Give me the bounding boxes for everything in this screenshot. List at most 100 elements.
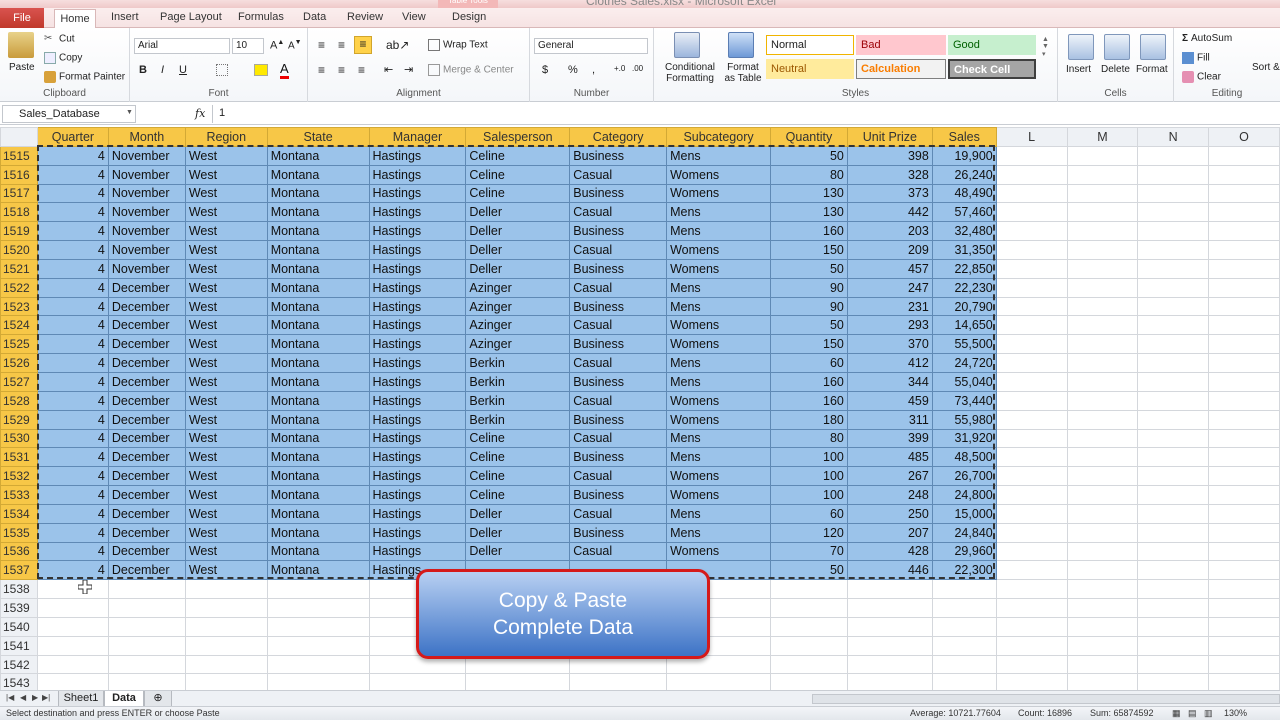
empty-cell[interactable] — [1137, 598, 1210, 618]
empty-cell[interactable] — [995, 296, 1068, 317]
table-cell[interactable]: 248 — [846, 485, 933, 505]
empty-cell[interactable] — [995, 258, 1068, 279]
table-cell[interactable]: December — [107, 390, 186, 411]
table-cell[interactable]: Azinger — [465, 315, 571, 336]
empty-cell[interactable] — [1208, 654, 1280, 675]
table-cell[interactable]: Deller — [465, 202, 571, 223]
empty-cell[interactable] — [1066, 145, 1139, 166]
table-cell[interactable]: December — [107, 277, 186, 298]
empty-cell[interactable] — [1208, 277, 1280, 298]
table-cell[interactable]: Montana — [266, 164, 370, 185]
align-middle-icon[interactable]: ≡ — [338, 38, 345, 52]
clear-button[interactable]: Clear — [1182, 71, 1221, 83]
empty-cell[interactable] — [1137, 145, 1210, 166]
table-cell[interactable]: 55,500 — [931, 334, 997, 355]
table-cell[interactable]: Business — [569, 485, 668, 505]
empty-cell[interactable] — [995, 673, 1068, 690]
row-header[interactable]: 1534 — [0, 503, 38, 524]
empty-cell[interactable] — [1208, 258, 1280, 279]
empty-cell[interactable] — [266, 579, 370, 600]
style-neutral[interactable]: Neutral — [766, 59, 854, 79]
row-header[interactable]: 1521 — [0, 258, 38, 279]
table-cell[interactable]: Hastings — [368, 522, 467, 543]
empty-cell[interactable] — [1137, 616, 1210, 637]
empty-cell[interactable] — [995, 654, 1068, 675]
table-cell[interactable]: West — [184, 390, 268, 411]
table-cell[interactable]: 180 — [769, 409, 848, 430]
column-header[interactable]: Subcategory — [666, 127, 771, 147]
table-cell[interactable]: November — [107, 164, 186, 185]
empty-cell[interactable] — [36, 598, 109, 618]
empty-cell[interactable] — [1066, 654, 1139, 675]
grow-font-icon[interactable]: A▲ — [270, 39, 284, 52]
table-cell[interactable]: 100 — [769, 466, 848, 487]
empty-cell[interactable] — [995, 353, 1068, 373]
align-top-icon[interactable]: ≡ — [318, 38, 325, 52]
table-cell[interactable]: 4 — [36, 447, 109, 468]
empty-cell[interactable] — [1208, 522, 1280, 543]
table-cell[interactable]: Hastings — [368, 202, 467, 223]
table-cell[interactable]: Montana — [266, 371, 370, 392]
table-cell[interactable]: December — [107, 371, 186, 392]
table-cell[interactable]: Hastings — [368, 409, 467, 430]
empty-cell[interactable] — [1208, 240, 1280, 260]
empty-cell[interactable] — [995, 183, 1068, 204]
empty-cell[interactable] — [1137, 428, 1210, 449]
empty-cell[interactable] — [107, 579, 186, 600]
table-cell[interactable]: 247 — [846, 277, 933, 298]
table-cell[interactable]: December — [107, 503, 186, 524]
table-cell[interactable]: West — [184, 447, 268, 468]
table-cell[interactable]: Casual — [569, 202, 668, 223]
empty-cell[interactable] — [1066, 598, 1139, 618]
table-cell[interactable]: December — [107, 315, 186, 336]
row-header[interactable]: 1517 — [0, 183, 38, 204]
style-good[interactable]: Good — [948, 35, 1036, 55]
table-cell[interactable]: November — [107, 240, 186, 260]
table-cell[interactable]: Celine — [465, 164, 571, 185]
column-header[interactable]: Month — [107, 127, 186, 147]
empty-cell[interactable] — [1137, 635, 1210, 656]
format-table-button[interactable]: Format as Table — [722, 62, 764, 84]
empty-cell[interactable] — [1137, 485, 1210, 505]
table-cell[interactable]: Business — [569, 409, 668, 430]
table-cell[interactable]: 26,240 — [931, 164, 997, 185]
table-cell[interactable]: Hastings — [368, 221, 467, 242]
empty-cell[interactable] — [995, 390, 1068, 411]
table-cell[interactable]: West — [184, 240, 268, 260]
empty-cell[interactable] — [931, 673, 997, 690]
table-cell[interactable]: Womens — [666, 390, 771, 411]
tab-insert[interactable]: Insert — [111, 11, 139, 23]
empty-cell[interactable] — [995, 598, 1068, 618]
table-cell[interactable]: Montana — [266, 390, 370, 411]
table-cell[interactable]: 24,800 — [931, 485, 997, 505]
table-cell[interactable]: West — [184, 145, 268, 166]
tab-home[interactable]: Home — [54, 9, 96, 29]
empty-cell[interactable] — [1066, 541, 1139, 562]
table-cell[interactable]: West — [184, 428, 268, 449]
empty-cell[interactable] — [995, 145, 1068, 166]
table-cell[interactable]: 50 — [769, 560, 848, 581]
empty-cell[interactable] — [1208, 560, 1280, 581]
align-bottom-icon[interactable]: ≡ — [354, 36, 372, 54]
table-cell[interactable]: Celine — [465, 145, 571, 166]
table-cell[interactable]: Montana — [266, 183, 370, 204]
table-cell[interactable]: 412 — [846, 353, 933, 373]
table-cell[interactable]: 73,440 — [931, 390, 997, 411]
table-cell[interactable]: Casual — [569, 164, 668, 185]
empty-cell[interactable] — [1208, 447, 1280, 468]
table-cell[interactable]: 4 — [36, 503, 109, 524]
empty-cell[interactable] — [1137, 202, 1210, 223]
table-cell[interactable]: Montana — [266, 541, 370, 562]
empty-cell[interactable] — [1208, 616, 1280, 637]
table-cell[interactable]: Hastings — [368, 428, 467, 449]
empty-cell[interactable] — [995, 240, 1068, 260]
empty-cell[interactable] — [1137, 522, 1210, 543]
column-header[interactable]: Region — [184, 127, 268, 147]
row-header[interactable]: 1531 — [0, 447, 38, 468]
row-header[interactable]: 1527 — [0, 371, 38, 392]
table-cell[interactable]: Mens — [666, 145, 771, 166]
empty-cell[interactable] — [1137, 541, 1210, 562]
empty-cell[interactable] — [184, 579, 268, 600]
format-painter-button[interactable]: Format Painter — [44, 71, 125, 83]
table-cell[interactable]: Berkin — [465, 371, 571, 392]
